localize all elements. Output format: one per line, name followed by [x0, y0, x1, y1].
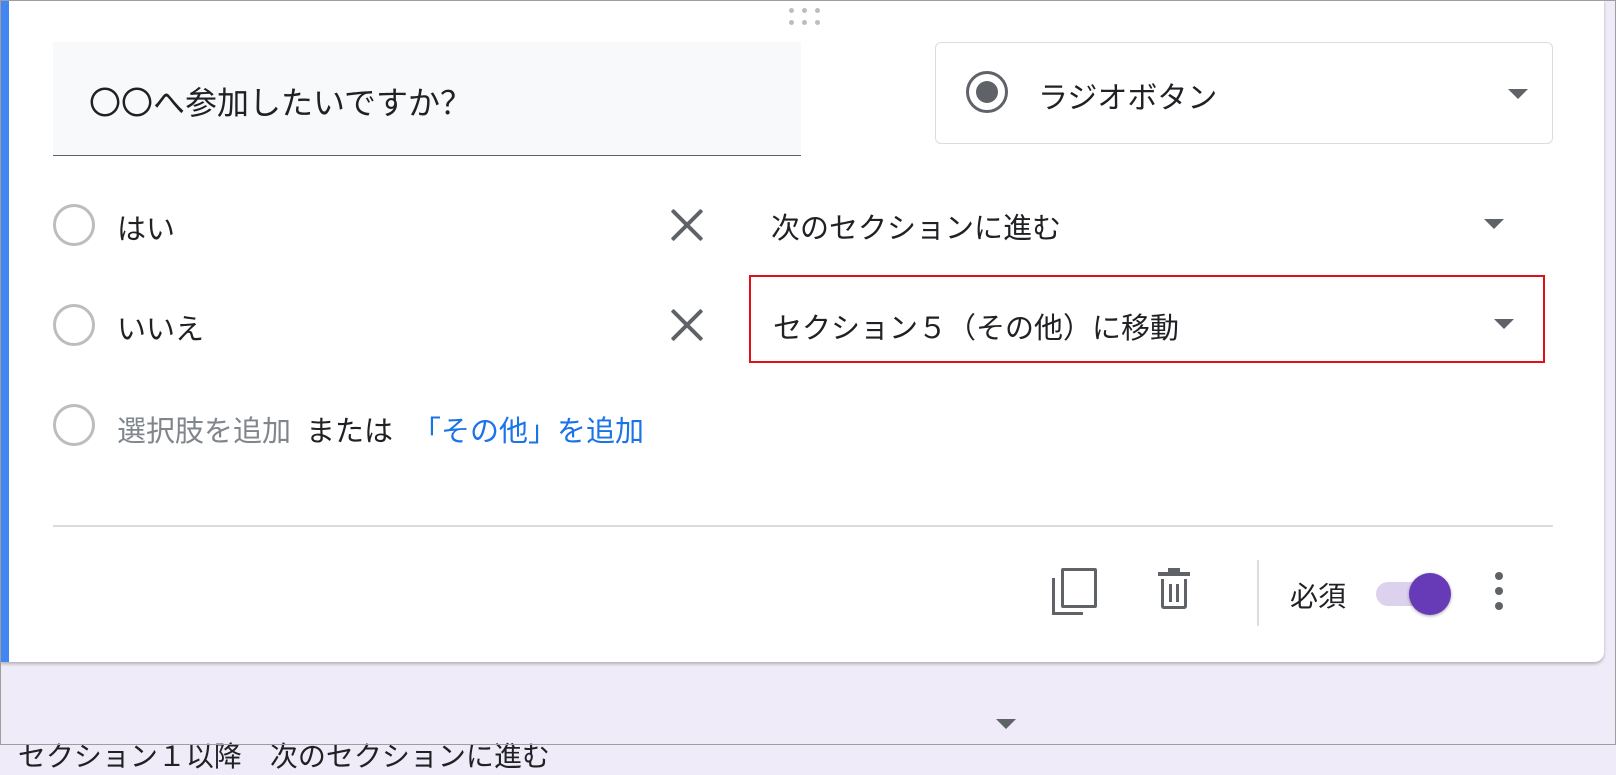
option-label[interactable]: はい [117, 206, 175, 248]
question-title: 〇〇へ参加したいですか？ [89, 84, 473, 122]
question-card[interactable]: 〇〇へ参加したいですか？ ラジオボタン はい 次のセクションに進む いいえ セク… [0, 0, 1604, 662]
trash-icon[interactable] [1156, 568, 1192, 612]
add-option-button[interactable]: 選択肢を追加 [117, 408, 291, 450]
drag-handle-icon[interactable] [789, 8, 825, 28]
option-radio-icon [53, 404, 95, 446]
goto-section-label: セクション５（その他）に移動 [773, 311, 1180, 345]
option-radio-icon [53, 204, 95, 246]
chevron-down-icon [1508, 89, 1528, 99]
goto-section-dropdown[interactable]: 次のセクションに進む [749, 181, 1545, 269]
toolbar-divider [1257, 560, 1259, 626]
toggle-thumb [1409, 573, 1451, 615]
question-title-field[interactable]: 〇〇へ参加したいですか？ [53, 42, 801, 156]
required-label: 必須 [1290, 580, 1347, 613]
chevron-down-icon[interactable] [996, 719, 1016, 729]
more-vert-icon[interactable] [1494, 572, 1504, 610]
remove-option-icon[interactable] [668, 206, 706, 244]
question-type-dropdown[interactable]: ラジオボタン [935, 42, 1553, 144]
or-text: または [306, 414, 394, 448]
goto-section-dropdown-highlighted[interactable]: セクション５（その他）に移動 [749, 275, 1545, 363]
active-card-accent [0, 0, 9, 662]
chevron-down-icon [1494, 319, 1514, 329]
radio-button-checked-icon [966, 71, 1008, 113]
duplicate-icon[interactable] [1052, 568, 1097, 616]
option-label[interactable]: いいえ [117, 306, 204, 348]
question-type-label: ラジオボタン [1038, 81, 1218, 116]
remove-option-icon[interactable] [668, 306, 706, 344]
required-toggle[interactable] [1376, 573, 1451, 615]
section-navigation-select[interactable]: セクション１以降 次のセクションに進む [0, 702, 550, 775]
add-other-link[interactable]: 「その他」を追加 [412, 408, 644, 450]
goto-section-label: 次のセクションに進む [771, 211, 1062, 245]
chevron-down-icon [1484, 219, 1504, 229]
option-radio-icon [53, 304, 95, 346]
footer-divider [53, 525, 1553, 527]
